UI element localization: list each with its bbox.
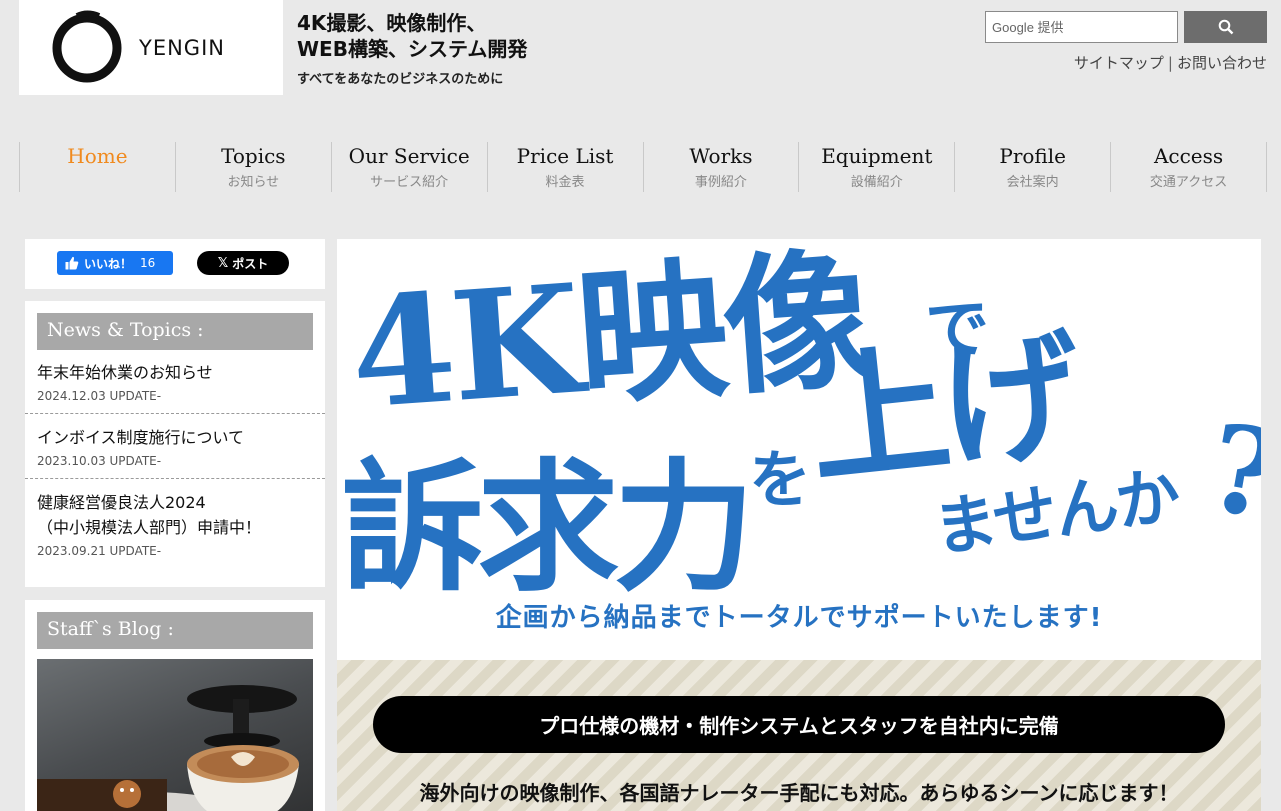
- news-item[interactable]: 健康経営優良法人2024 （中小規模法人部門）申請中！ 2023.09.21 U…: [25, 479, 325, 558]
- x-post-button[interactable]: 𝕏 ポスト: [197, 251, 289, 275]
- x-logo-icon: 𝕏: [217, 255, 229, 271]
- logo-ring-icon: [52, 10, 122, 82]
- nav-item-sublabel: 事例紹介: [694, 175, 747, 190]
- nav-item-profile[interactable]: Profile 会社案内: [954, 142, 1110, 192]
- nav-item-our-service[interactable]: Our Service サービス紹介: [330, 142, 487, 192]
- search-button[interactable]: [1184, 11, 1267, 43]
- news-item-date: 2023.10.03 UPDATE-: [37, 454, 162, 468]
- nav-item-sublabel: 設備紹介: [850, 175, 903, 190]
- news-item-date: 2023.09.21 UPDATE-: [37, 544, 162, 558]
- sitemap-link[interactable]: サイトマップ: [1074, 54, 1164, 72]
- news-item-title[interactable]: インボイス制度施行について: [37, 425, 313, 450]
- nav-item-access[interactable]: Access 交通アクセス: [1110, 142, 1267, 192]
- tagline-line1: 4K撮影、映像制作、: [297, 11, 487, 35]
- x-post-label: ポスト: [232, 256, 269, 271]
- search-input[interactable]: [985, 11, 1178, 43]
- tagline-line2: WEB構築、システム開発: [297, 37, 528, 61]
- nav-item-label: Access: [1153, 144, 1224, 168]
- news-heading: News & Topics :: [37, 313, 313, 350]
- nav-item-label: Home: [67, 144, 128, 168]
- news-item[interactable]: 年末年始休業のお知らせ 2024.12.03 UPDATE-: [25, 350, 325, 414]
- hero-wo: を: [749, 443, 811, 516]
- news-item-title[interactable]: 健康経営優良法人2024: [37, 490, 313, 515]
- blog-photo[interactable]: [37, 659, 313, 811]
- nav-item-equipment[interactable]: Equipment 設備紹介: [798, 142, 954, 192]
- nav-item-sublabel: お知らせ: [227, 175, 280, 190]
- nav-item-price-list[interactable]: Price List 料金表: [486, 142, 643, 192]
- hero-subtitle: 企画から納品までトータルでサポートいたします!: [495, 603, 1103, 633]
- hero-banner: 4K映像 で 訴求力 を 上げ ませんか ? 企画から納品までトータルでサポート…: [337, 239, 1261, 660]
- latte-cup-image: [37, 685, 299, 811]
- nav-item-label: Equipment: [821, 144, 933, 168]
- nav-item-label: Price List: [516, 144, 614, 168]
- nav-item-home[interactable]: Home: [19, 142, 175, 192]
- social-share-box: いいね！ 16 𝕏 ポスト: [25, 239, 325, 289]
- nav-item-works[interactable]: Works 事例紹介: [642, 142, 799, 192]
- main-nav: Home Topics お知らせ Our Service サービス紹介 Pric…: [19, 142, 1267, 192]
- feature-band: プロ仕様の機材・制作システムとスタッフを自社内に完備 海外向けの映像制作、各国語…: [337, 660, 1261, 811]
- nav-item-sublabel: 料金表: [545, 175, 585, 190]
- news-topics-box: News & Topics : 年末年始休業のお知らせ 2024.12.03 U…: [25, 301, 325, 587]
- search-icon: [1218, 19, 1233, 35]
- site-logo[interactable]: YENGIN: [19, 0, 283, 95]
- nav-item-sublabel: サービス紹介: [370, 175, 449, 190]
- nav-item-label: Profile: [999, 144, 1066, 168]
- header-link-separator: |: [1167, 54, 1173, 72]
- facebook-like-label: いいね！: [84, 256, 133, 271]
- site-search: [985, 11, 1267, 43]
- news-item-title[interactable]: （中小規模法人部門）申請中！: [37, 515, 313, 540]
- nav-item-sublabel: 交通アクセス: [1149, 175, 1228, 190]
- feature-pill: プロ仕様の機材・制作システムとスタッフを自社内に完備: [373, 696, 1225, 753]
- nav-item-label: Our Service: [348, 144, 470, 168]
- facebook-like-count: 16: [140, 256, 156, 270]
- contact-link[interactable]: お問い合わせ: [1177, 54, 1267, 72]
- header-links: サイトマップ | お問い合わせ: [1074, 52, 1267, 73]
- facebook-like-button[interactable]: いいね！ 16: [57, 251, 173, 275]
- thumbs-up-icon: [65, 256, 79, 270]
- tagline-line3: すべてをあなたのビジネスのために: [297, 72, 504, 87]
- nav-item-label: Topics: [221, 144, 286, 168]
- hero-question-mark: ?: [1198, 397, 1261, 548]
- blog-heading: Staff`s Blog :: [37, 612, 313, 649]
- hero-line-4k: 4K映像: [345, 239, 879, 443]
- news-item-date: 2024.12.03 UPDATE-: [37, 389, 162, 403]
- news-item-title[interactable]: 年末年始休業のお知らせ: [37, 360, 313, 385]
- logo-text: YENGIN: [139, 35, 225, 60]
- news-item[interactable]: インボイス制度施行について 2023.10.03 UPDATE-: [25, 414, 325, 479]
- site-tagline: 4K撮影、映像制作、 WEB構築、システム開発 すべてをあなたのビジネスのために: [297, 10, 527, 87]
- nav-item-topics[interactable]: Topics お知らせ: [174, 142, 331, 192]
- hero-line-sokyuryoku: 訴求力: [341, 445, 749, 611]
- staff-blog-box: Staff`s Blog :: [25, 600, 325, 811]
- nav-item-label: Works: [689, 144, 753, 168]
- feature-text: 海外向けの映像制作、各国語ナレーター手配にも対応。あらゆるシーンに応じます！: [419, 781, 1179, 805]
- nav-item-sublabel: 会社案内: [1006, 175, 1059, 190]
